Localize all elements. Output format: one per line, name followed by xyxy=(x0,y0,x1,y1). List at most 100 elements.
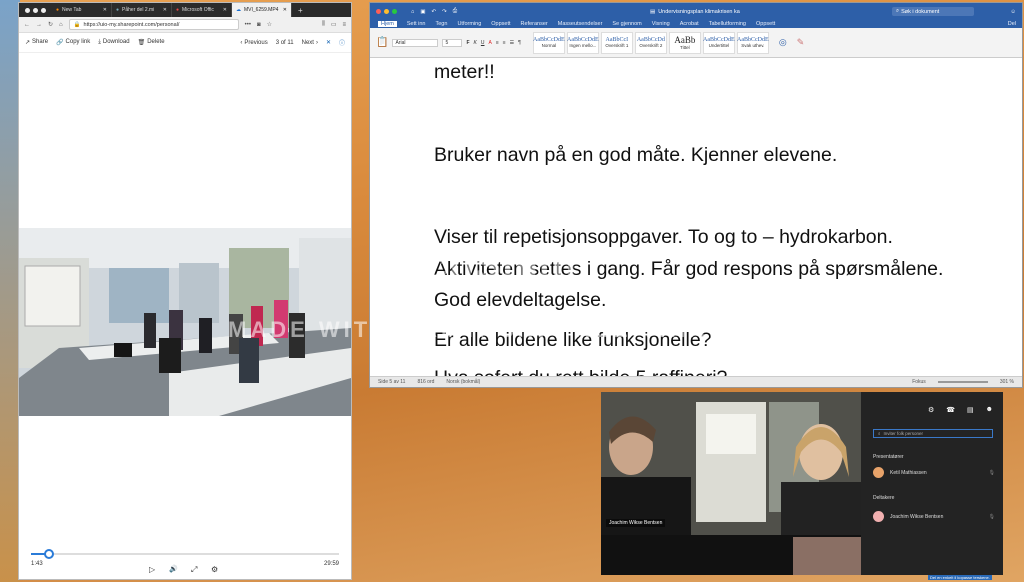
phone-icon[interactable]: ☎ xyxy=(946,406,955,414)
back-icon[interactable]: ← xyxy=(24,22,30,28)
window-controls xyxy=(370,9,403,14)
close-tab-icon[interactable]: ✕ xyxy=(103,7,107,13)
tab-tegn[interactable]: Tegn xyxy=(436,21,448,27)
delete-button[interactable]: 🗑 Delete xyxy=(138,39,165,46)
close-window-button[interactable] xyxy=(376,9,381,14)
browser-tab[interactable]: ● Microsoft Offic ✕ xyxy=(172,3,232,17)
seek-handle[interactable] xyxy=(44,549,55,559)
close-tab-icon[interactable]: ✕ xyxy=(223,7,227,13)
style-tittel[interactable]: AaBb Tittel xyxy=(668,31,701,54)
settings-gear-icon[interactable]: ⚙ xyxy=(211,565,218,574)
style-name: Overskrift 1 xyxy=(605,43,629,48)
share-button[interactable]: Del xyxy=(1008,21,1016,27)
previous-button[interactable]: ‹ Previous xyxy=(240,40,267,46)
font-name-select[interactable]: Arial xyxy=(392,38,439,47)
dictate-icon[interactable]: ✎ xyxy=(797,37,805,48)
tab-se-gjennom[interactable]: Se gjennom xyxy=(612,21,641,27)
tab-utforming[interactable]: Utforming xyxy=(457,21,481,27)
seek-bar[interactable] xyxy=(31,549,339,559)
align-center-icon[interactable]: ≡ xyxy=(503,40,506,46)
bookmark-star-icon[interactable]: ☆ xyxy=(267,21,272,28)
self-view-thumbnail xyxy=(793,537,861,575)
tab-sett-inn[interactable]: Sett inn xyxy=(407,21,426,27)
search-field[interactable]: ⌕ Søk i dokument xyxy=(892,7,974,16)
font-size-select[interactable]: 5 xyxy=(442,38,463,47)
page-actions-icon[interactable]: ••• xyxy=(245,22,251,28)
participant-row[interactable]: Ketil Mathiassen 🎙 xyxy=(873,467,995,478)
tab-masseutsendelser[interactable]: Masseutsendelser xyxy=(558,21,603,27)
tab-tabellutforming[interactable]: Tabellutforming xyxy=(709,21,746,27)
home-icon[interactable]: ⌂ xyxy=(411,9,414,15)
tab-visning[interactable]: Visning xyxy=(652,21,670,27)
home-icon[interactable]: ⌂ xyxy=(59,22,63,28)
participant-row[interactable]: Joachim Wikse Bentsen 🎙 xyxy=(873,511,995,522)
library-icon[interactable]: ⫼ xyxy=(322,21,325,28)
copy-link-button[interactable]: 🔗 Copy link xyxy=(56,39,90,46)
word-count: 816 ord xyxy=(417,379,435,385)
style-overskrift-2[interactable]: AaBbCcDd Overskrift 2 xyxy=(634,31,667,54)
tab-acrobat[interactable]: Acrobat xyxy=(680,21,699,27)
style-preview: AaBb xyxy=(674,35,696,45)
play-icon[interactable]: ▷ xyxy=(149,565,155,574)
onedrive-icon: ☁ xyxy=(236,7,241,13)
share-button[interactable]: ↗ Share xyxy=(25,39,48,46)
window-controls xyxy=(19,7,52,13)
language-indicator[interactable]: Norsk (bokmål) xyxy=(446,379,480,385)
style-ingen-mellomrom[interactable]: AaBbCcDdE Ingen mello... xyxy=(566,31,599,54)
chat-icon[interactable]: ▤ xyxy=(967,406,974,414)
redo-icon[interactable]: ↷ xyxy=(442,9,447,15)
tab-oppsett-table[interactable]: Oppsett xyxy=(756,21,775,27)
tab-hjem[interactable]: Hjem xyxy=(378,21,397,27)
close-window-button[interactable] xyxy=(25,7,30,13)
new-tab-icon[interactable]: + xyxy=(292,6,309,15)
underline-icon[interactable]: U xyxy=(481,40,485,46)
browser-tab[interactable]: ● New Tab ✕ xyxy=(52,3,112,17)
print-icon[interactable]: ⎙ xyxy=(453,8,457,15)
people-icon[interactable]: ☻ xyxy=(986,406,993,414)
browser-tab-active[interactable]: ☁ MVI_6259.MP4 ✕ xyxy=(232,3,292,17)
bullets-icon[interactable]: ☰ xyxy=(510,40,514,46)
paste-icon[interactable]: 📋 xyxy=(376,37,388,48)
sidebar-icon[interactable]: ▭ xyxy=(331,21,337,28)
info-icon[interactable]: ⓘ xyxy=(339,38,345,47)
menu-icon[interactable]: ≡ xyxy=(342,22,346,28)
tab-oppsett[interactable]: Oppsett xyxy=(491,21,510,27)
style-undertittel[interactable]: AaBbCcDdE Undertittel xyxy=(702,31,735,54)
minimize-window-button[interactable] xyxy=(384,9,389,14)
fullscreen-icon[interactable]: ⤢ xyxy=(191,565,197,575)
save-icon[interactable]: ▣ xyxy=(420,9,425,15)
font-color-icon[interactable]: A xyxy=(488,40,491,46)
download-button[interactable]: ⤓ Download xyxy=(98,39,129,46)
style-svak-utheving[interactable]: AaBbCcDdE Svak uthev. xyxy=(736,31,769,54)
bold-icon[interactable]: F xyxy=(466,40,469,46)
pilcrow-icon[interactable]: ¶ xyxy=(518,40,521,46)
zoom-window-button[interactable] xyxy=(41,7,46,13)
user-icon[interactable]: ☺ xyxy=(1010,9,1016,15)
close-viewer-icon[interactable]: ✕ xyxy=(326,39,331,46)
style-overskrift-1[interactable]: AaBbCcI Overskrift 1 xyxy=(600,31,633,54)
align-left-icon[interactable]: ≡ xyxy=(496,40,499,46)
mic-icon[interactable]: 🎙 xyxy=(989,514,995,520)
current-time: 1:43 xyxy=(31,561,43,567)
zoom-window-button[interactable] xyxy=(392,9,397,14)
italic-icon[interactable]: K xyxy=(474,40,477,46)
volume-icon[interactable]: 🔊 xyxy=(169,565,178,573)
close-tab-icon[interactable]: ✕ xyxy=(163,7,167,13)
tab-referanser[interactable]: Referanser xyxy=(521,21,548,27)
forward-icon[interactable]: → xyxy=(36,22,42,28)
gear-icon[interactable]: ⚙ xyxy=(928,406,934,414)
browser-tab[interactable]: ● Påher del 2.mi ✕ xyxy=(112,3,172,17)
reload-icon[interactable]: ↻ xyxy=(48,21,53,28)
mic-icon[interactable]: 🎙 xyxy=(989,470,995,476)
styles-pane-icon[interactable]: ◎ xyxy=(779,37,787,48)
undo-icon[interactable]: ↶ xyxy=(432,9,437,15)
zoom-slider[interactable] xyxy=(937,381,988,383)
minimize-window-button[interactable] xyxy=(33,7,38,13)
focus-button[interactable]: Fokus xyxy=(912,379,926,385)
style-normal[interactable]: AaBbCcDdE Normal xyxy=(532,31,565,54)
pocket-icon[interactable]: ◙ xyxy=(257,22,261,28)
next-button[interactable]: Next › xyxy=(302,40,318,46)
url-field[interactable]: 🔒 https://uio-my.sharepoint.com/personal… xyxy=(68,19,239,30)
invite-search-input[interactable]: ⌕ Inviter folk personer xyxy=(873,429,993,438)
close-tab-icon[interactable]: ✕ xyxy=(283,7,287,13)
